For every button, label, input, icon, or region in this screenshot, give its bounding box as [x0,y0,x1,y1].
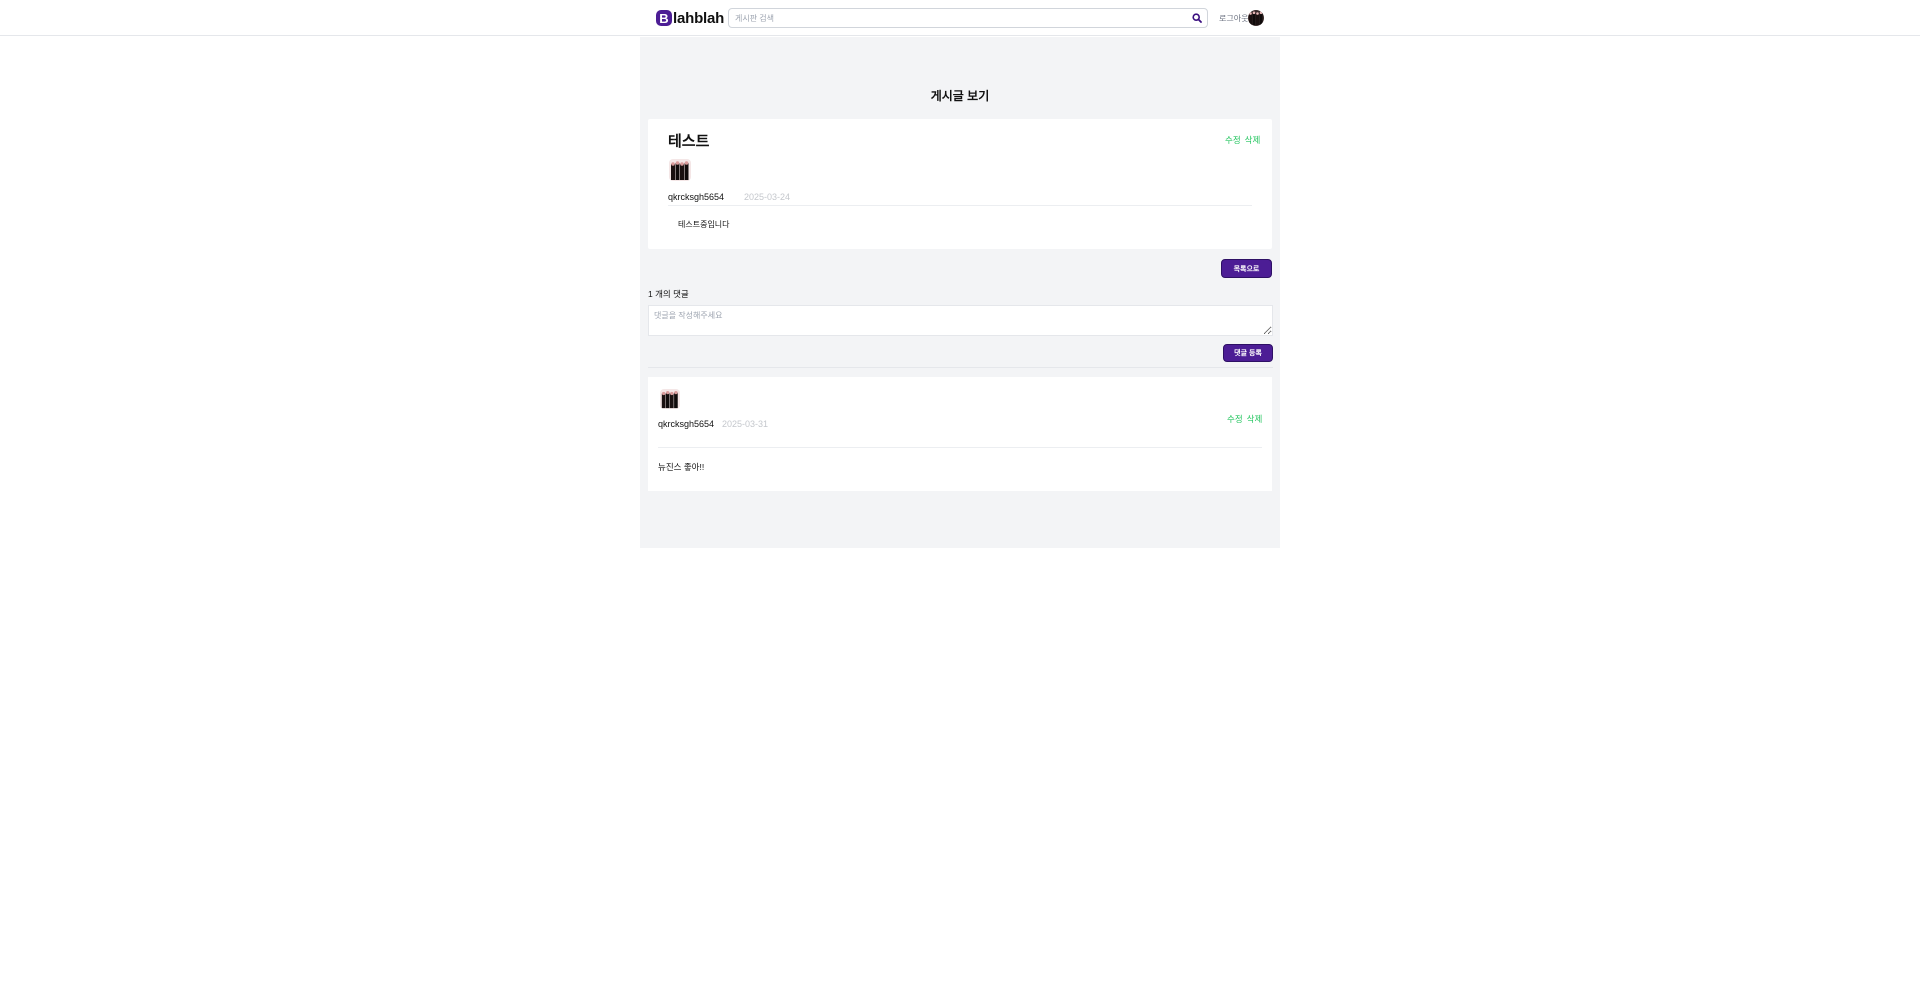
comment-author-avatar [660,389,680,409]
search-bar [728,8,1208,28]
main-content: 게시글 보기 테스트 수정 삭제 qkrcksgh5654 2025-03-24… [640,37,1280,548]
comment-date: 2025-03-31 [722,419,769,429]
post-title: 테스트 [668,133,710,150]
post-delete-button[interactable]: 삭제 [1245,134,1261,146]
post-edit-button[interactable]: 수정 [1225,134,1241,146]
logout-link[interactable]: 로그아웃 [1219,13,1248,24]
avatar-image [1248,10,1264,26]
back-to-list-button[interactable]: 목록으로 [1221,259,1272,278]
post-author-avatar [669,159,691,181]
post-date: 2025-03-24 [744,192,791,202]
search-icon [1192,13,1202,23]
post-author: qkrcksgh5654 [668,192,725,202]
search-button[interactable] [1187,9,1207,27]
post-card: 테스트 수정 삭제 qkrcksgh5654 2025-03-24 테스트중입니… [648,119,1272,249]
avatar-image [660,389,680,409]
comment-body: 뉴진스 좋아!! [658,462,705,472]
comment-item: qkrcksgh5654 2025-03-31 수정 삭제 뉴진스 좋아!! [648,377,1272,491]
submit-comment-button[interactable]: 댓글 등록 [1223,344,1273,362]
site-logo[interactable]: B lahblah [656,9,724,27]
logo-text: lahblah [673,9,725,27]
page-title: 게시글 보기 [930,89,990,103]
top-header: B lahblah 로그아웃 [0,0,1920,36]
comment-input[interactable] [648,305,1273,336]
comment-delete-button[interactable]: 삭제 [1247,413,1263,425]
search-input[interactable] [729,9,1187,27]
post-actions: 수정 삭제 [1225,134,1260,146]
post-body: 테스트중입니다 [678,220,730,229]
comment-count: 1 개의 댓글 [648,289,689,299]
logo-mark: B [656,10,672,26]
divider [658,447,1262,448]
avatar-image [669,159,691,181]
comment-actions: 수정 삭제 [1227,413,1262,425]
divider [648,367,1273,368]
user-avatar[interactable] [1248,10,1264,26]
comment-edit-button[interactable]: 수정 [1227,413,1243,425]
divider [668,205,1252,206]
comment-author: qkrcksgh5654 [658,419,715,429]
